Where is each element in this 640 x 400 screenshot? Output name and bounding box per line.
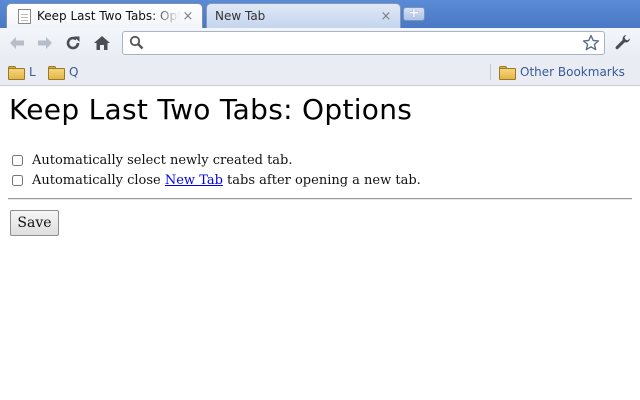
back-arrow-icon[interactable]	[6, 32, 28, 54]
omnibox[interactable]	[122, 31, 605, 55]
close-icon[interactable]: ×	[378, 9, 394, 24]
new-tab-button[interactable]: +	[403, 7, 425, 21]
bookmarks-bar: L Q Other Bookmarks	[0, 58, 640, 86]
option-auto-select[interactable]: Automatically select newly created tab.	[12, 153, 293, 168]
save-button[interactable]: Save	[10, 210, 59, 236]
other-bookmarks[interactable]: Other Bookmarks	[499, 64, 625, 80]
page-title: Keep Last Two Tabs: Options	[9, 93, 413, 126]
new-tab-link[interactable]: New Tab	[165, 173, 223, 188]
bookmark-label: Q	[69, 65, 79, 79]
bookmark-label: Other Bookmarks	[520, 65, 625, 79]
star-icon[interactable]	[582, 34, 600, 55]
bookmark-folder-l[interactable]: L	[8, 64, 36, 80]
forward-arrow-icon[interactable]	[34, 32, 56, 54]
divider	[8, 198, 632, 200]
tab-new-tab[interactable]: New Tab ×	[206, 3, 401, 28]
option-auto-close: Automatically close New Tab tabs after o…	[12, 173, 421, 188]
auto-select-checkbox[interactable]	[12, 155, 23, 166]
tab-title: Keep Last Two Tabs: Options	[37, 9, 180, 23]
folder-icon	[48, 66, 65, 80]
close-icon[interactable]: ×	[180, 9, 196, 24]
option-label-after: tabs after opening a new tab.	[222, 173, 421, 188]
option-label-before: Automatically close	[32, 173, 165, 188]
tab-options[interactable]: Keep Last Two Tabs: Options ×	[6, 3, 203, 28]
option-label: Automatically select newly created tab.	[32, 153, 293, 168]
bookmark-folder-q[interactable]: Q	[48, 64, 78, 80]
reload-icon[interactable]	[62, 32, 84, 54]
home-icon[interactable]	[91, 32, 113, 54]
page-icon	[18, 8, 31, 24]
bookmarks-separator	[490, 64, 491, 80]
tab-title: New Tab	[215, 9, 266, 23]
folder-icon	[499, 66, 516, 80]
toolbar	[0, 28, 640, 58]
tab-strip: Keep Last Two Tabs: Options × New Tab × …	[0, 0, 640, 28]
folder-icon	[8, 66, 25, 80]
auto-close-checkbox[interactable]	[12, 175, 23, 186]
bookmark-label: L	[29, 65, 36, 79]
wrench-icon[interactable]	[612, 32, 634, 54]
search-icon	[129, 35, 144, 53]
address-input[interactable]	[149, 34, 579, 52]
